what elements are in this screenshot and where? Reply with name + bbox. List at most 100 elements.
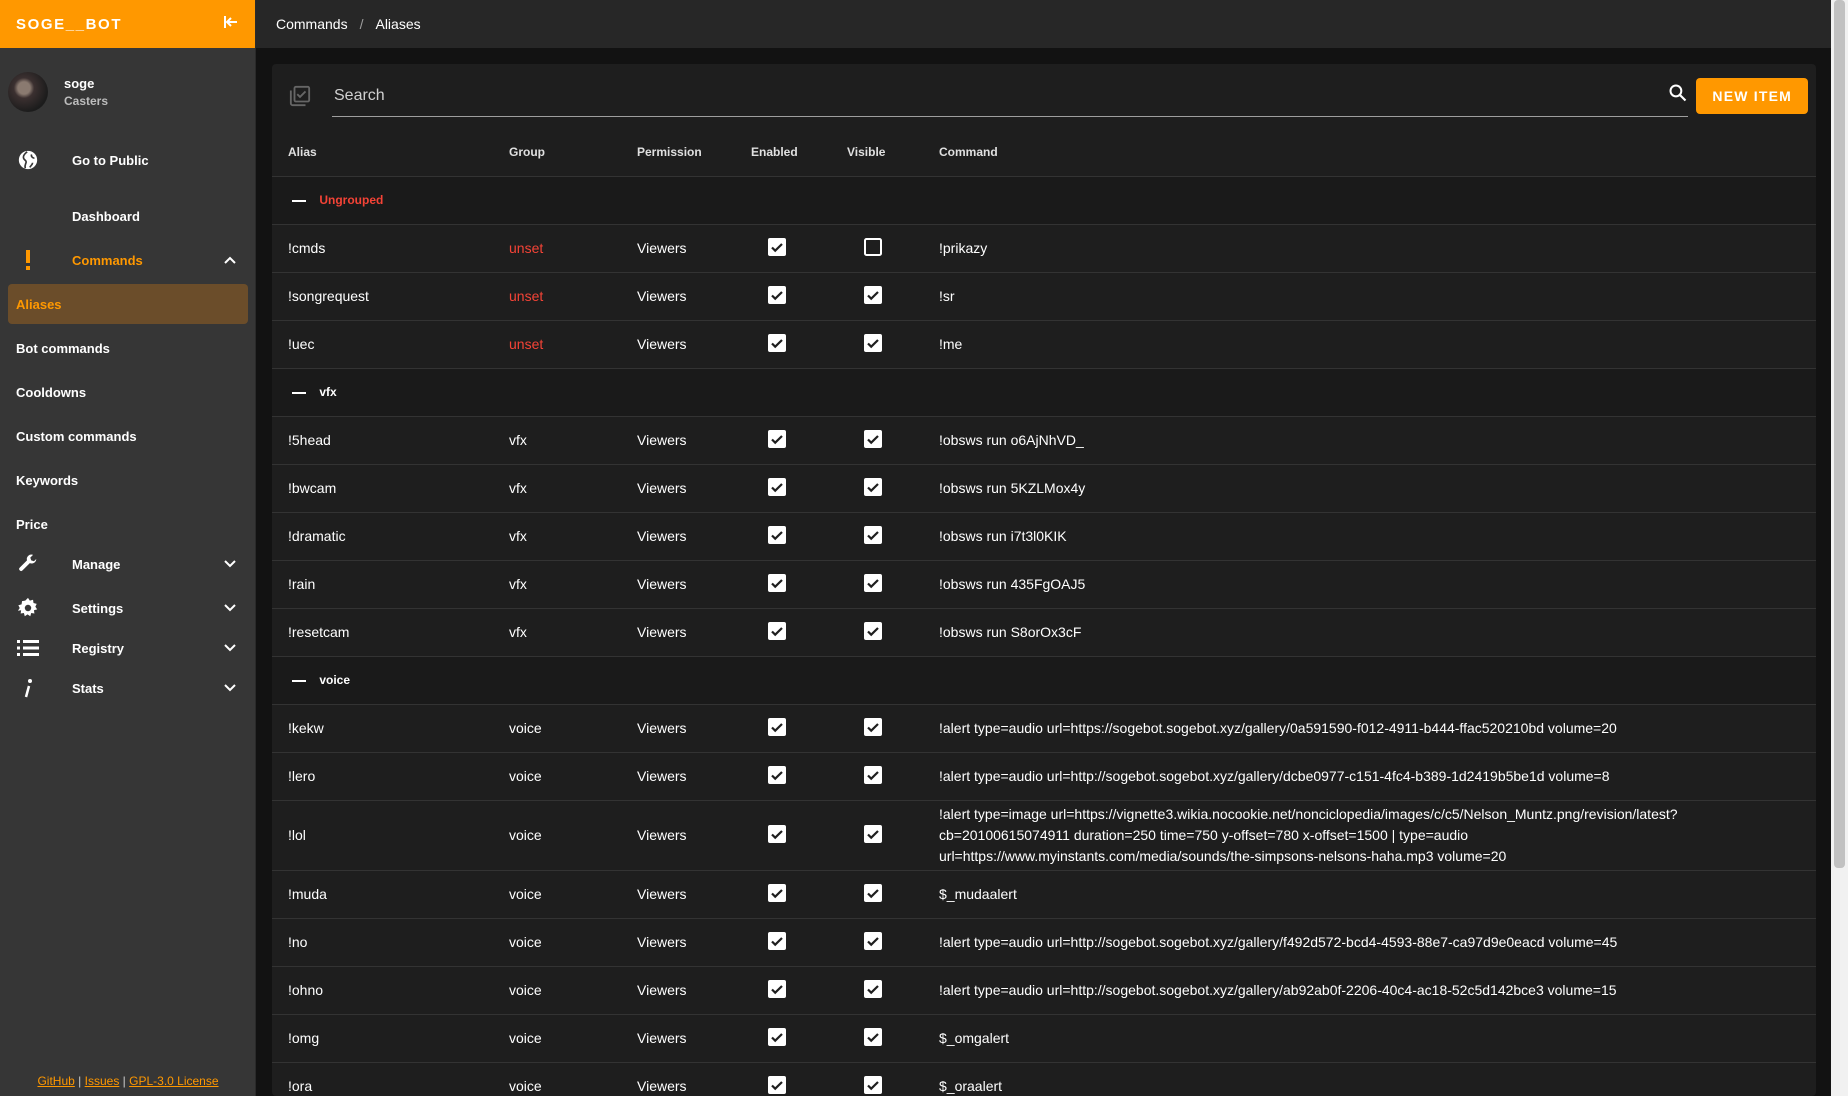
alias-cell[interactable]: !ora [272, 1062, 509, 1096]
license-link[interactable]: GPL-3.0 License [129, 1074, 218, 1088]
enabled-checkbox[interactable] [768, 883, 786, 902]
enabled-checkbox[interactable] [768, 429, 786, 448]
search-input[interactable] [334, 86, 1553, 105]
alias-cell[interactable]: !dramatic [272, 512, 509, 561]
visible-checkbox[interactable] [864, 979, 882, 998]
breadcrumb-separator: / [359, 16, 364, 32]
scrollbar-thumb[interactable] [1834, 0, 1845, 868]
alias-cell[interactable]: !lol [272, 800, 509, 871]
table-row[interactable]: !kekw voice Viewers !alert type=audio ur… [272, 704, 1816, 753]
search-icon[interactable] [1668, 83, 1688, 108]
new-item-button[interactable]: NEW ITEM [1696, 78, 1808, 114]
alias-cell[interactable]: !ohno [272, 966, 509, 1015]
table-row[interactable]: !lero voice Viewers !alert type=audio ur… [272, 752, 1816, 801]
collapse-left-icon[interactable] [223, 14, 239, 35]
column-header-alias[interactable]: Alias [272, 128, 509, 177]
visible-checkbox[interactable] [864, 429, 882, 448]
enabled-checkbox[interactable] [768, 979, 786, 998]
alias-cell[interactable]: !muda [272, 870, 509, 919]
visible-checkbox[interactable] [864, 1075, 882, 1094]
alias-cell[interactable]: !bwcam [272, 464, 509, 513]
visible-checkbox[interactable] [864, 237, 882, 256]
column-header-visible[interactable]: Visible [847, 128, 939, 177]
visible-checkbox[interactable] [864, 477, 882, 496]
nav-stats[interactable]: Stats [0, 664, 256, 712]
column-header-group[interactable]: Group [509, 128, 637, 177]
enabled-checkbox[interactable] [768, 333, 786, 352]
user-profile[interactable]: soge Casters [0, 48, 255, 136]
enabled-checkbox[interactable] [768, 1075, 786, 1094]
table-row[interactable]: !rain vfx Viewers !obsws run 435FgOAJ5 [272, 560, 1816, 609]
table-row[interactable]: !muda voice Viewers $_mudaalert [272, 870, 1816, 919]
group-header-row[interactable]: voice [272, 656, 1816, 705]
column-header-permission[interactable]: Permission [637, 128, 751, 177]
nav-go-to-public[interactable]: Go to Public [0, 136, 256, 184]
collapse-group-icon[interactable] [292, 199, 306, 202]
visible-checkbox[interactable] [864, 765, 882, 784]
alias-cell[interactable]: !no [272, 918, 509, 967]
sidebar-item-cooldowns[interactable]: Cooldowns [8, 372, 248, 412]
table-row[interactable]: !cmds unset Viewers !prikazy [272, 224, 1816, 273]
table-row[interactable]: !songrequest unset Viewers !sr [272, 272, 1816, 321]
sidebar-item-custom-commands[interactable]: Custom commands [8, 416, 248, 456]
alias-cell[interactable]: !rain [272, 560, 509, 609]
table-row[interactable]: !lol voice Viewers !alert type=image url… [272, 800, 1816, 871]
enabled-checkbox[interactable] [768, 237, 786, 256]
column-header-command[interactable]: Command [939, 128, 1816, 177]
enabled-checkbox[interactable] [768, 477, 786, 496]
enabled-checkbox[interactable] [768, 717, 786, 736]
nav-dashboard[interactable]: Dashboard [0, 192, 256, 240]
visible-checkbox[interactable] [864, 824, 882, 843]
enabled-checkbox[interactable] [768, 931, 786, 950]
alias-cell[interactable]: !songrequest [272, 272, 509, 321]
sidebar-item-bot-commands[interactable]: Bot commands [8, 328, 248, 368]
enabled-checkbox[interactable] [768, 824, 786, 843]
select-all-icon[interactable] [288, 84, 312, 108]
table-row[interactable]: !omg voice Viewers $_omgalert [272, 1014, 1816, 1063]
page-scrollbar[interactable] [1831, 0, 1848, 1096]
group-header-row[interactable]: vfx [272, 368, 1816, 417]
table-row[interactable]: !5head vfx Viewers !obsws run o6AjNhVD_ [272, 416, 1816, 465]
alias-cell[interactable]: !lero [272, 752, 509, 801]
table-row[interactable]: !ora voice Viewers $_oraalert [272, 1062, 1816, 1096]
column-header-enabled[interactable]: Enabled [751, 128, 847, 177]
enabled-checkbox[interactable] [768, 1027, 786, 1046]
visible-checkbox[interactable] [864, 525, 882, 544]
alias-cell[interactable]: !kekw [272, 704, 509, 753]
nav-manage[interactable]: Manage [0, 540, 256, 588]
enabled-checkbox[interactable] [768, 573, 786, 592]
visible-checkbox[interactable] [864, 931, 882, 950]
collapse-group-icon[interactable] [292, 679, 306, 682]
alias-cell[interactable]: !5head [272, 416, 509, 465]
visible-checkbox[interactable] [864, 573, 882, 592]
visible-checkbox[interactable] [864, 717, 882, 736]
alias-cell[interactable]: !omg [272, 1014, 509, 1063]
alias-cell[interactable]: !cmds [272, 224, 509, 273]
visible-checkbox[interactable] [864, 621, 882, 640]
sidebar-item-aliases[interactable]: Aliases [8, 284, 248, 324]
table-row[interactable]: !uec unset Viewers !me [272, 320, 1816, 369]
visible-checkbox[interactable] [864, 333, 882, 352]
table-row[interactable]: !resetcam vfx Viewers !obsws run S8orOx3… [272, 608, 1816, 657]
alias-cell[interactable]: !resetcam [272, 608, 509, 657]
visible-checkbox[interactable] [864, 883, 882, 902]
visible-checkbox[interactable] [864, 1027, 882, 1046]
github-link[interactable]: GitHub [37, 1074, 74, 1088]
issues-link[interactable]: Issues [85, 1074, 120, 1088]
enabled-checkbox[interactable] [768, 765, 786, 784]
table-row[interactable]: !bwcam vfx Viewers !obsws run 5KZLMox4y [272, 464, 1816, 513]
sidebar-item-keywords[interactable]: Keywords [8, 460, 248, 500]
table-row[interactable]: !no voice Viewers !alert type=audio url=… [272, 918, 1816, 967]
alias-cell[interactable]: !uec [272, 320, 509, 369]
enabled-checkbox[interactable] [768, 525, 786, 544]
table-row[interactable]: !ohno voice Viewers !alert type=audio ur… [272, 966, 1816, 1015]
group-header-row[interactable]: Ungrouped [272, 176, 1816, 225]
enabled-checkbox[interactable] [768, 621, 786, 640]
table-row[interactable]: !dramatic vfx Viewers !obsws run i7t3l0K… [272, 512, 1816, 561]
collapse-group-icon[interactable] [292, 391, 306, 394]
nav-commands[interactable]: Commands [0, 236, 256, 284]
sidebar-item-price[interactable]: Price [8, 504, 248, 544]
visible-checkbox[interactable] [864, 285, 882, 304]
enabled-checkbox[interactable] [768, 285, 786, 304]
breadcrumb-commands[interactable]: Commands [276, 16, 348, 32]
